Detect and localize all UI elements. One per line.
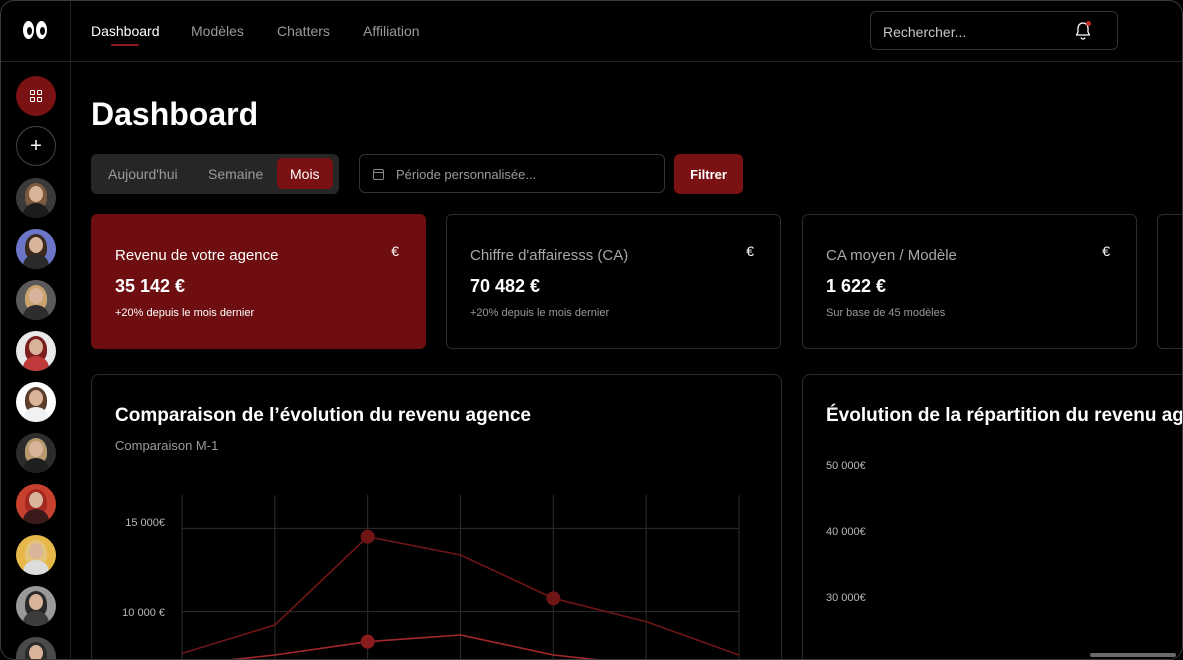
model-avatar[interactable] [16,280,56,320]
revenue-comparison-panel: Comparaison de l’évolution du revenu age… [91,374,782,659]
kpi-title: Chiffre d'affairesss (CA) [470,247,629,264]
filter-button[interactable]: Filtrer [674,154,743,194]
euro-icon: € [1102,243,1110,259]
model-avatar[interactable] [16,535,56,575]
period-week[interactable]: Semaine [208,166,263,182]
kpi-change: +20% depuis le mois dernier [115,307,255,319]
kpi-card-average-per-model[interactable]: CA moyen / Modèle € 1 622 € Sur base de … [802,214,1137,349]
tab-modeles[interactable]: Modèles [191,23,244,39]
y-tick-label: 40 000€ [826,526,866,538]
tab-dashboard[interactable]: Dashboard [91,23,160,39]
model-avatar[interactable] [16,229,56,269]
kpi-value: 70 482 € [470,276,541,296]
euro-icon: € [391,243,399,259]
period-month[interactable]: Mois [290,166,320,182]
euro-icon: € [746,243,754,259]
logo-icon[interactable] [23,21,49,41]
data-point-marker [546,591,561,606]
tab-affiliation[interactable]: Affiliation [363,23,420,39]
custom-period-input[interactable]: Période personnalisée... [359,154,665,193]
model-avatar[interactable] [16,484,56,524]
kpi-value: 35 142 € [115,276,186,296]
kpi-title: CA moyen / Modèle [826,247,957,264]
active-tab-indicator [111,44,139,46]
sidebar: + [1,1,71,659]
model-avatar[interactable] [16,331,56,371]
horizontal-scrollbar[interactable] [1090,653,1176,657]
kpi-change: +20% depuis le mois dernier [470,307,610,319]
kpi-card-turnover[interactable]: Chiffre d'affairesss (CA) € 70 482 € +20… [446,214,781,349]
page-title: Dashboard [91,96,259,132]
model-avatar[interactable] [16,433,56,473]
data-point-marker [360,529,375,544]
period-today[interactable]: Aujourd'hui [108,166,178,182]
calendar-icon [373,169,384,180]
y-tick-label: 50 000€ [826,460,866,472]
revenue-line-chart [181,495,740,659]
panel-title: Évolution de la répartition du revenu ag… [826,405,1183,426]
period-selector: Aujourd'hui Semaine Mois [91,154,339,194]
kpi-change: Sur base de 45 modèles [826,307,946,319]
dashboard-grid-icon [30,90,42,102]
custom-period-placeholder: Période personnalisée... [396,167,537,182]
model-avatar[interactable] [16,178,56,218]
top-navigation: Dashboard Modèles Chatters Affiliation R… [71,1,1182,62]
model-avatar[interactable] [16,637,56,659]
sidebar-divider [1,61,70,62]
tab-chatters[interactable]: Chatters [277,23,330,39]
model-avatar[interactable] [16,586,56,626]
revenue-distribution-panel: Évolution de la répartition du revenu ag… [802,374,1183,659]
kpi-title: Revenu de votre agence [115,247,279,264]
app-window: + Dashboard Modèles Chatters Affiliation… [0,0,1183,660]
y-tick-label: 30 000€ [826,592,866,604]
kpi-card-partial[interactable] [1157,214,1182,349]
add-model-button[interactable]: + [16,126,56,166]
notification-dot [1086,21,1091,26]
data-point-marker [360,634,375,649]
model-avatar[interactable] [16,382,56,422]
kpi-card-agency-revenue[interactable]: Revenu de votre agence € 35 142 € +20% d… [91,214,426,349]
plus-icon: + [30,134,42,157]
dashboard-button[interactable] [16,76,56,116]
kpi-value: 1 622 € [826,276,887,296]
